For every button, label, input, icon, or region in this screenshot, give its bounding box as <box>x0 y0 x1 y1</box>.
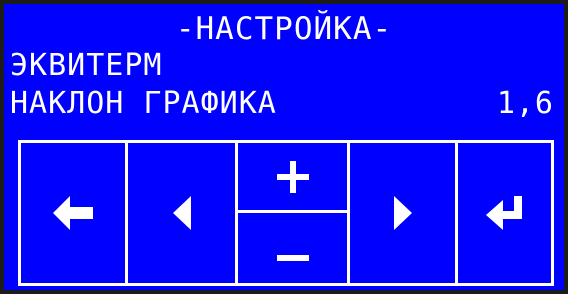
adjust-group <box>238 143 350 283</box>
keypad <box>18 140 554 286</box>
arrow-left-icon <box>53 196 93 230</box>
enter-icon <box>485 196 522 230</box>
triangle-right-icon <box>393 196 412 230</box>
enter-button[interactable] <box>458 143 551 283</box>
increase-button[interactable] <box>238 143 347 213</box>
triangle-left-icon <box>172 196 191 230</box>
plus-icon <box>276 160 309 193</box>
next-button[interactable] <box>350 143 458 283</box>
previous-button[interactable] <box>128 143 238 283</box>
page-title: -НАСТРОЙКА- <box>175 11 393 47</box>
back-button[interactable] <box>21 143 128 283</box>
minus-icon <box>276 255 309 261</box>
parameter-label: НАКЛОН ГРАФИКА <box>10 86 277 121</box>
menu-section-label: ЭКВИТЕРМ <box>10 48 163 83</box>
parameter-value: 1,6 <box>496 86 554 121</box>
decrease-button[interactable] <box>238 213 347 283</box>
lcd-screen: -НАСТРОЙКА- ЭКВИТЕРМ НАКЛОН ГРАФИКА 1,6 <box>4 4 564 290</box>
